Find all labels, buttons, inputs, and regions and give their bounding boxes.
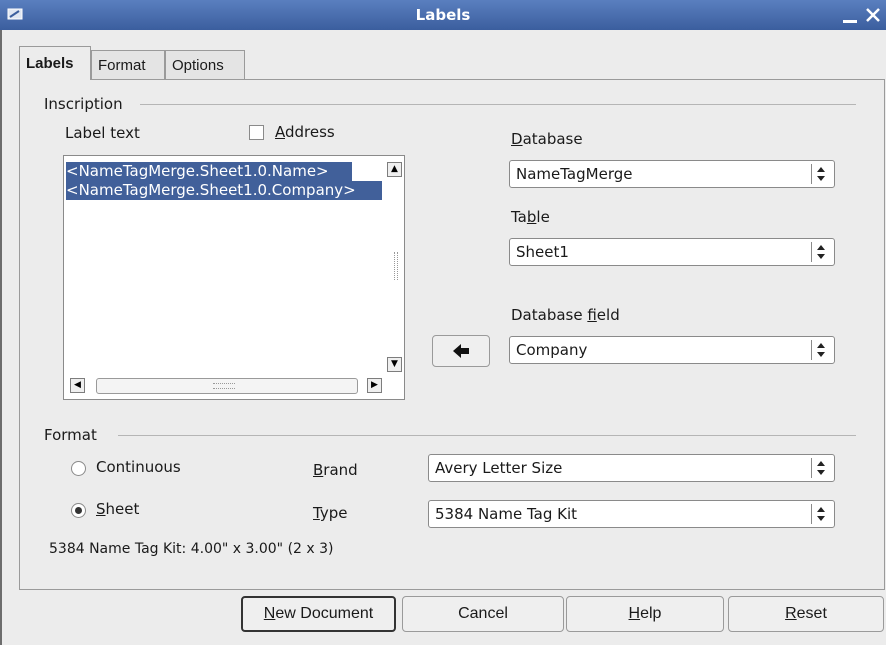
- spin-arrows-icon: [811, 164, 828, 184]
- type-label: Type: [313, 504, 348, 522]
- window-border-left: [0, 30, 2, 645]
- database-field-select[interactable]: Company: [509, 336, 835, 364]
- continuous-label: Continuous: [96, 458, 181, 476]
- format-divider: [118, 435, 856, 436]
- label-text-caption: Label text: [65, 124, 140, 142]
- database-select[interactable]: NameTagMerge: [509, 160, 835, 188]
- brand-select[interactable]: Avery Letter Size: [428, 454, 835, 482]
- label-text-line: <NameTagMerge.Sheet1.0.Company>: [66, 181, 382, 200]
- format-info-text: 5384 Name Tag Kit: 4.00" x 3.00" (2 x 3): [49, 541, 334, 557]
- inscription-group-title: Inscription: [44, 95, 123, 113]
- table-select[interactable]: Sheet1: [509, 238, 835, 266]
- spin-arrows-icon: [811, 340, 828, 360]
- table-label: Table: [511, 208, 550, 226]
- spin-arrows-icon: [811, 458, 828, 478]
- continuous-radio[interactable]: [71, 461, 86, 476]
- vertical-scrollbar[interactable]: ▲ ▼: [386, 162, 403, 372]
- left-arrow-icon: [453, 344, 469, 358]
- help-button[interactable]: Help: [566, 596, 724, 632]
- sheet-label: Sheet: [96, 500, 140, 518]
- type-value: 5384 Name Tag Kit: [435, 505, 578, 523]
- spin-arrows-icon: [811, 504, 828, 524]
- database-field-value: Company: [516, 341, 588, 359]
- sheet-radio[interactable]: [71, 503, 86, 518]
- scroll-right-icon[interactable]: ▶: [367, 378, 382, 393]
- label-text-line: <NameTagMerge.Sheet1.0.Name>: [66, 162, 352, 181]
- app-icon[interactable]: [7, 6, 23, 22]
- window-title: Labels: [415, 6, 471, 24]
- reset-button[interactable]: Reset: [728, 596, 884, 632]
- tab-labels[interactable]: Labels: [19, 46, 91, 80]
- scroll-up-icon[interactable]: ▲: [387, 162, 402, 177]
- scroll-thumb[interactable]: [96, 378, 358, 394]
- scroll-grip-icon: [213, 383, 235, 389]
- minimize-icon[interactable]: [842, 8, 858, 24]
- database-label: Database: [511, 130, 583, 148]
- cancel-button[interactable]: Cancel: [402, 596, 564, 632]
- address-checkbox-label: Address: [275, 123, 335, 141]
- scroll-down-icon[interactable]: ▼: [387, 357, 402, 372]
- scroll-grip-icon: [394, 252, 398, 280]
- title-bar: Labels: [0, 0, 886, 30]
- tab-format[interactable]: Format: [91, 50, 165, 79]
- database-field-label: Database field: [511, 306, 620, 324]
- database-value: NameTagMerge: [516, 165, 633, 183]
- address-checkbox[interactable]: [249, 125, 264, 140]
- format-group-title: Format: [44, 426, 97, 444]
- new-document-button[interactable]: New Document: [241, 596, 396, 632]
- brand-value: Avery Letter Size: [435, 459, 563, 477]
- horizontal-scrollbar[interactable]: ◀ ▶: [70, 377, 382, 394]
- inscription-divider: [140, 104, 856, 105]
- label-text-area[interactable]: <NameTagMerge.Sheet1.0.Name> <NameTagMer…: [63, 155, 405, 400]
- tab-options[interactable]: Options: [165, 50, 245, 79]
- insert-field-button[interactable]: [432, 335, 490, 367]
- brand-label: Brand: [313, 461, 358, 479]
- spin-arrows-icon: [811, 242, 828, 262]
- close-icon[interactable]: [864, 6, 882, 24]
- table-value: Sheet1: [516, 243, 569, 261]
- scroll-left-icon[interactable]: ◀: [70, 378, 85, 393]
- type-select[interactable]: 5384 Name Tag Kit: [428, 500, 835, 528]
